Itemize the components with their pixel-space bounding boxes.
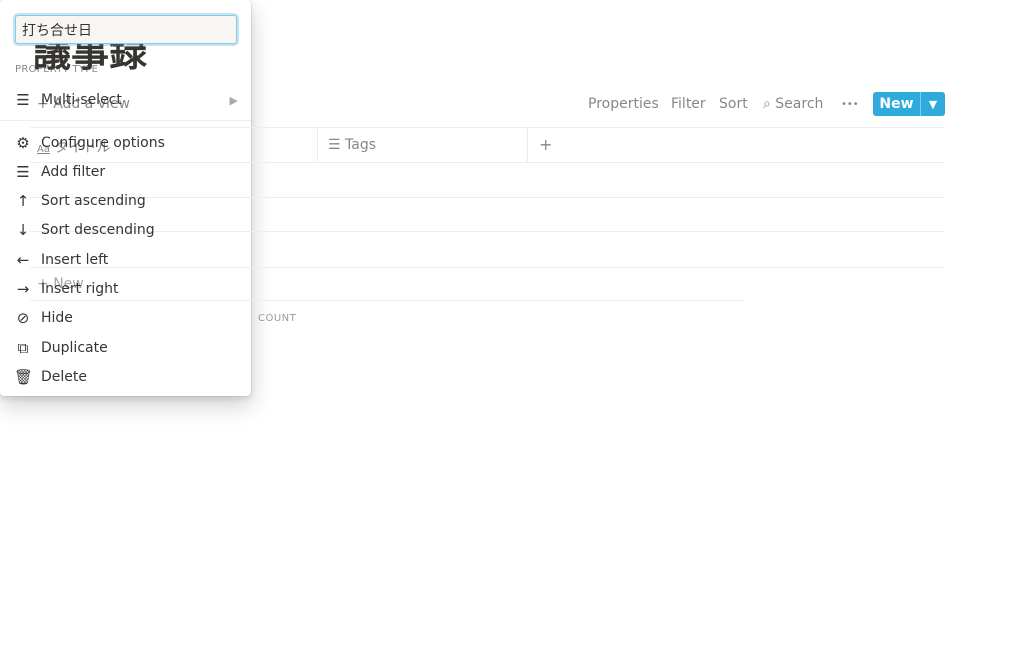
search-button[interactable]: ⌕ Search <box>763 96 823 112</box>
menu-item-configure-options[interactable]: ⚙ Configure options <box>14 131 238 155</box>
duplicate-icon: ⧉ <box>17 339 29 357</box>
menu-item-sort-ascending[interactable]: ↑ Sort ascending <box>14 189 238 213</box>
sort-button[interactable]: Sort <box>719 96 748 112</box>
filter-icon: ☰ <box>16 163 30 181</box>
divider <box>527 127 528 162</box>
menu-item-add-filter[interactable]: ☰ Add filter <box>14 160 238 184</box>
search-icon: ⌕ <box>763 96 776 112</box>
list-icon: ☰ <box>16 91 30 109</box>
arrow-left-icon: ← <box>16 251 30 269</box>
divider <box>30 127 945 128</box>
menu-item-delete[interactable]: 🗑 Delete <box>14 365 238 389</box>
column-header-tags[interactable]: ☰ Tags <box>328 137 376 153</box>
add-column-button[interactable]: + <box>539 135 552 154</box>
more-icon[interactable]: ••• <box>841 99 859 110</box>
menu-item-insert-left[interactable]: ← Insert left <box>14 248 238 272</box>
chevron-down-icon[interactable]: ▼ <box>921 92 945 116</box>
property-type-select[interactable]: ☰ Multi-select ▶ <box>14 88 238 112</box>
filter-button[interactable]: Filter <box>671 96 706 112</box>
property-name-input[interactable] <box>15 15 237 44</box>
divider <box>317 127 318 162</box>
section-label: PROPERTY TYPE <box>15 64 99 75</box>
arrow-down-icon: ↓ <box>16 221 30 239</box>
menu-item-duplicate[interactable]: ⧉ Duplicate <box>14 336 238 360</box>
chevron-right-icon: ▶ <box>229 93 238 107</box>
menu-item-insert-right[interactable]: → Insert right <box>14 277 238 301</box>
eye-off-icon: ⊘ <box>16 309 30 327</box>
trash-icon: 🗑 <box>14 368 34 386</box>
divider <box>0 120 251 121</box>
count-label[interactable]: COUNT <box>258 313 296 324</box>
new-button[interactable]: New ▼ <box>873 92 945 116</box>
menu-item-sort-descending[interactable]: ↓ Sort descending <box>14 218 238 242</box>
arrow-up-icon: ↑ <box>16 192 30 210</box>
properties-button[interactable]: Properties <box>588 96 659 112</box>
menu-item-hide[interactable]: ⊘ Hide <box>14 306 238 330</box>
gear-icon: ⚙ <box>16 134 30 152</box>
list-icon: ☰ <box>328 137 341 153</box>
arrow-right-icon: → <box>16 280 30 298</box>
